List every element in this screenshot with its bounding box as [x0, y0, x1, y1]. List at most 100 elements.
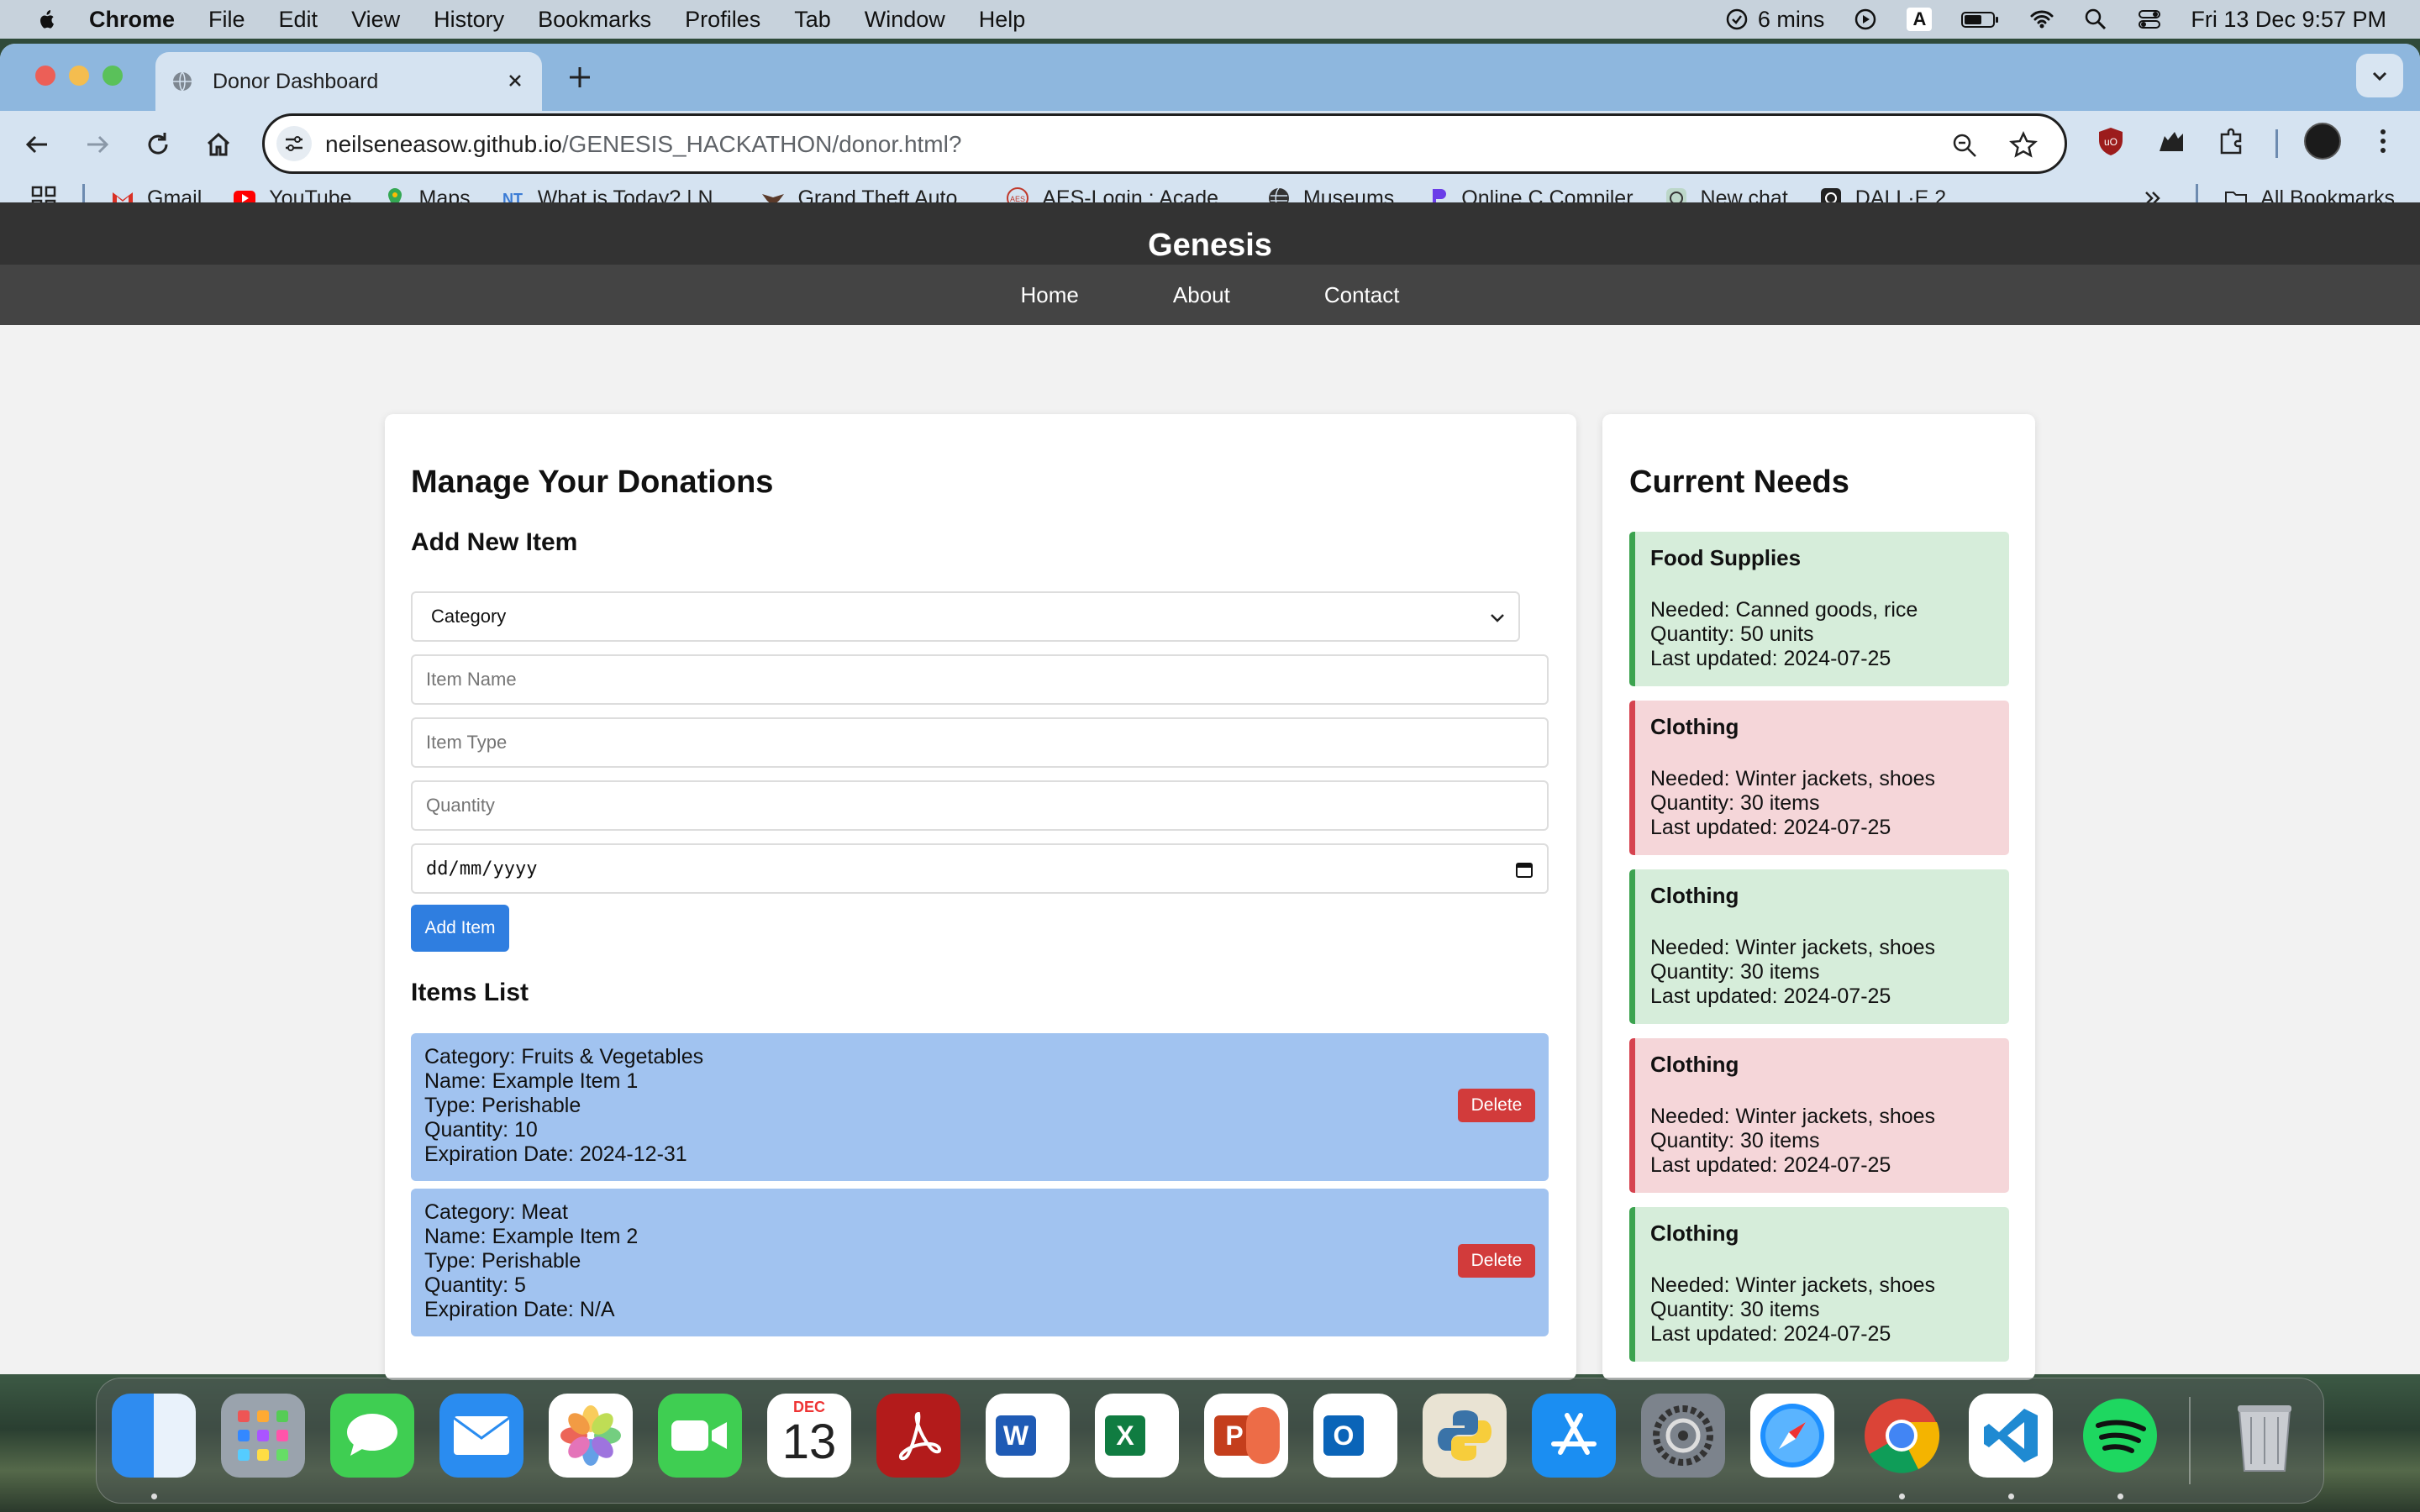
need-updated: Last updated: 2024-07-25 — [1650, 1322, 1891, 1346]
need-card: Food Supplies Needed: Canned goods, rice… — [1629, 532, 2009, 686]
bookmark-star-icon[interactable] — [2007, 129, 2039, 161]
need-quantity: Quantity: 30 items — [1650, 1129, 1820, 1152]
tab-donor-dashboard[interactable]: Donor Dashboard — [155, 52, 542, 111]
finder-icon[interactable] — [112, 1394, 196, 1478]
url-path: /GENESIS_HACKATHON/donor.html? — [561, 131, 962, 157]
more-menu-icon[interactable] — [2365, 123, 2402, 160]
list-item: Category: Meat Name: Example Item 2 Type… — [411, 1189, 1549, 1336]
item-quantity: Quantity: 5 — [424, 1273, 526, 1297]
powerpoint-icon[interactable]: P — [1204, 1394, 1288, 1478]
nav-home-link[interactable]: Home — [1021, 282, 1079, 308]
chevron-down-icon — [1491, 614, 1504, 622]
menu-tab[interactable]: Tab — [794, 7, 831, 33]
system-settings-icon[interactable] — [1641, 1394, 1725, 1478]
cat-extension-icon[interactable] — [2153, 123, 2190, 160]
launchpad-icon[interactable] — [221, 1394, 305, 1478]
battery-icon[interactable] — [1960, 7, 2001, 32]
expiration-date-input[interactable]: dd/mm/yyyy — [411, 843, 1549, 894]
menu-help[interactable]: Help — [979, 7, 1026, 33]
chrome-icon[interactable] — [1860, 1394, 1944, 1478]
item-category: Category: Fruits & Vegetables — [424, 1045, 704, 1068]
running-indicator — [2118, 1494, 2123, 1499]
python-icon[interactable] — [1423, 1394, 1507, 1478]
profile-avatar[interactable] — [2304, 123, 2341, 160]
menu-bookmarks[interactable]: Bookmarks — [538, 7, 651, 33]
category-select[interactable]: Category — [411, 591, 1520, 642]
need-title: Clothing — [1650, 1052, 1739, 1077]
item-category: Category: Meat — [424, 1200, 568, 1224]
menu-file[interactable]: File — [208, 7, 245, 33]
back-arrow-icon[interactable] — [20, 128, 54, 161]
site-settings-icon[interactable] — [276, 126, 312, 161]
acrobat-icon[interactable] — [876, 1394, 960, 1478]
menu-view[interactable]: View — [351, 7, 400, 33]
item-expiration: Expiration Date: 2024-12-31 — [424, 1142, 687, 1166]
outlook-icon[interactable]: O — [1313, 1394, 1397, 1478]
dock-separator — [2189, 1397, 2191, 1484]
running-indicator — [2008, 1494, 2014, 1499]
photos-icon[interactable] — [549, 1394, 633, 1478]
globe-icon — [173, 71, 192, 92]
nav-contact-link[interactable]: Contact — [1324, 282, 1400, 308]
menu-history[interactable]: History — [434, 7, 504, 33]
word-icon[interactable]: W — [986, 1394, 1070, 1478]
nav-about-link[interactable]: About — [1173, 282, 1230, 308]
item-name-input[interactable]: Item Name — [411, 654, 1549, 705]
quantity-input[interactable]: Quantity — [411, 780, 1549, 831]
need-card: Clothing Needed: Winter jackets, shoes Q… — [1629, 869, 2009, 1024]
apple-logo-icon[interactable] — [34, 7, 59, 32]
app-store-icon[interactable] — [1532, 1394, 1616, 1478]
safari-icon[interactable] — [1750, 1394, 1834, 1478]
address-bar[interactable]: neilseneasow.github.io/GENESIS_HACKATHON… — [262, 113, 2067, 174]
messages-icon[interactable] — [330, 1394, 414, 1478]
donations-panel: Manage Your Donations Add New Item Categ… — [385, 414, 1576, 1380]
control-center-icon[interactable] — [2137, 7, 2162, 32]
delete-button[interactable]: Delete — [1458, 1089, 1535, 1122]
delete-button[interactable]: Delete — [1458, 1244, 1535, 1278]
calendar-icon[interactable]: DEC 13 — [767, 1394, 851, 1478]
item-type-input[interactable]: Item Type — [411, 717, 1549, 768]
need-quantity: Quantity: 30 items — [1650, 1298, 1820, 1321]
minimize-window-button[interactable] — [69, 66, 89, 86]
extensions-puzzle-icon[interactable] — [2213, 123, 2250, 160]
wifi-icon[interactable] — [2029, 7, 2054, 32]
excel-icon[interactable]: X — [1095, 1394, 1179, 1478]
macos-menu-bar: Chrome File Edit View History Bookmarks … — [0, 0, 2420, 39]
menu-app-name[interactable]: Chrome — [89, 7, 175, 33]
ublock-extension-icon[interactable]: uO — [2092, 123, 2129, 160]
zoom-icon[interactable] — [1949, 129, 1981, 161]
vscode-icon[interactable] — [1969, 1394, 2053, 1478]
menu-profiles[interactable]: Profiles — [685, 7, 760, 33]
close-window-button[interactable] — [35, 66, 55, 86]
facetime-icon[interactable] — [658, 1394, 742, 1478]
new-tab-icon[interactable] — [565, 62, 595, 92]
calendar-icon[interactable] — [1515, 860, 1534, 879]
mail-icon[interactable] — [439, 1394, 523, 1478]
need-quantity: Quantity: 50 units — [1650, 622, 1814, 646]
tab-search-button[interactable] — [2356, 54, 2403, 97]
tab-title: Donor Dashboard — [213, 69, 379, 93]
reload-icon[interactable] — [141, 128, 175, 161]
trash-icon[interactable] — [2223, 1394, 2307, 1478]
spotify-icon[interactable] — [2078, 1394, 2162, 1478]
forward-arrow-icon[interactable] — [81, 128, 114, 161]
menu-edit[interactable]: Edit — [279, 7, 318, 33]
need-card: Clothing Needed: Winter jackets, shoes Q… — [1629, 1207, 2009, 1362]
maximize-window-button[interactable] — [103, 66, 123, 86]
need-updated: Last updated: 2024-07-25 — [1650, 647, 1891, 670]
close-tab-icon[interactable] — [503, 69, 527, 92]
home-icon[interactable] — [202, 128, 235, 161]
screen-time-status[interactable]: 6 mins — [1724, 7, 1824, 33]
date-placeholder: dd/mm/yyyy — [426, 858, 538, 879]
need-card: Clothing Needed: Winter jackets, shoes Q… — [1629, 701, 2009, 855]
add-item-heading: Add New Item — [411, 528, 578, 556]
menu-window[interactable]: Window — [865, 7, 945, 33]
add-item-button[interactable]: Add Item — [411, 905, 509, 952]
item-type: Type: Perishable — [424, 1249, 581, 1273]
menubar-clock[interactable]: Fri 13 Dec 9:57 PM — [2191, 7, 2386, 33]
play-icon[interactable] — [1853, 7, 1878, 32]
toolbar-separator — [2275, 129, 2278, 158]
spotlight-search-icon[interactable] — [2083, 7, 2108, 32]
input-source-icon[interactable]: A — [1907, 8, 1933, 31]
need-quantity: Quantity: 30 items — [1650, 960, 1820, 984]
